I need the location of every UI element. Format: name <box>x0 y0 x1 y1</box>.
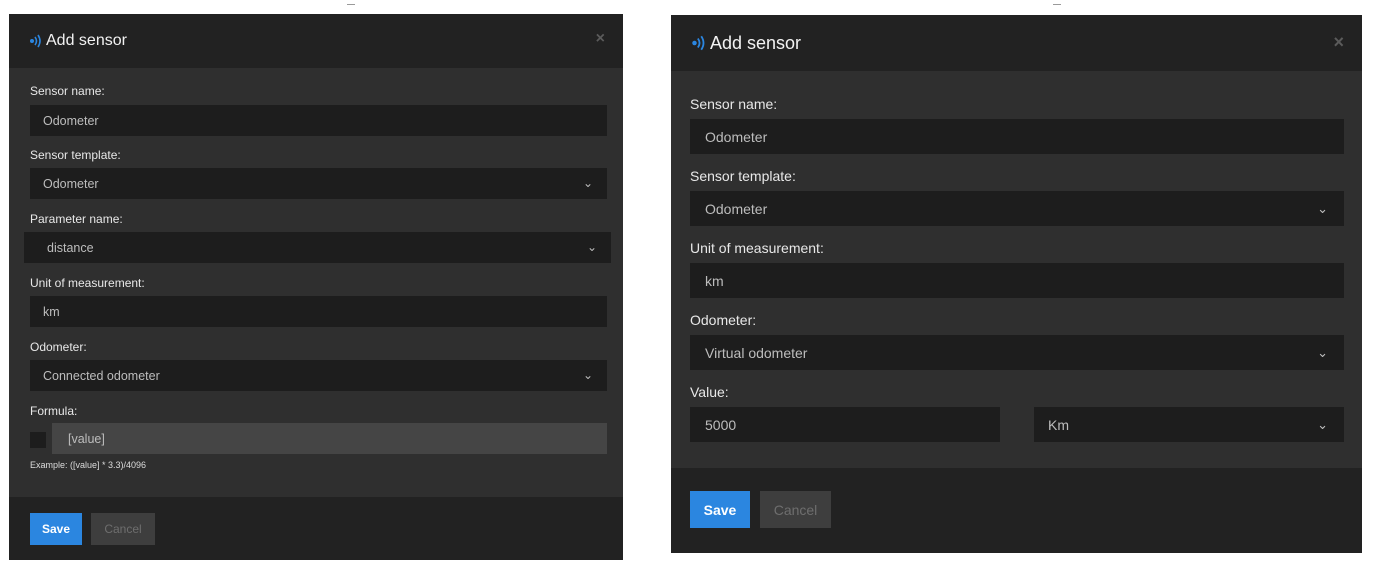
formula-checkbox[interactable] <box>30 432 46 448</box>
sensor-template-label: Sensor template: <box>30 148 121 162</box>
cancel-button[interactable]: Cancel <box>91 513 155 545</box>
close-icon[interactable]: × <box>596 30 605 48</box>
unit-label: Unit of measurement: <box>690 240 824 256</box>
parameter-name-select[interactable]: distance ⌄ <box>24 232 611 263</box>
cancel-button[interactable]: Cancel <box>760 491 831 528</box>
unit-input[interactable]: km <box>30 296 607 327</box>
save-button[interactable]: Save <box>690 491 750 528</box>
odometer-label: Odometer: <box>30 340 87 354</box>
formula-input[interactable]: [value] <box>52 423 607 454</box>
close-icon[interactable]: × <box>1333 32 1344 53</box>
value-input[interactable]: 5000 <box>690 407 1000 442</box>
chevron-down-icon: ⌄ <box>1317 417 1328 432</box>
sensor-template-select[interactable]: Odometer ⌄ <box>690 191 1344 226</box>
sensor-template-label: Sensor template: <box>690 168 796 184</box>
dialog-header: Add sensor × <box>671 15 1362 71</box>
dialog-title: Add sensor <box>710 32 802 53</box>
formula-label: Formula: <box>30 404 78 418</box>
signal-icon <box>691 34 707 52</box>
odometer-select[interactable]: Virtual odometer ⌄ <box>690 335 1344 370</box>
sensor-name-label: Sensor name: <box>30 84 105 98</box>
sensor-name-input[interactable]: Odometer <box>690 119 1344 154</box>
save-button[interactable]: Save <box>30 513 82 545</box>
drag-handle-icon <box>347 0 355 5</box>
odometer-label: Odometer: <box>690 312 757 328</box>
chevron-down-icon: ⌄ <box>582 368 593 382</box>
sensor-name-label: Sensor name: <box>690 96 778 112</box>
chevron-down-icon: ⌄ <box>1317 201 1328 216</box>
background-strip <box>0 0 660 6</box>
drag-handle-icon <box>1053 0 1061 5</box>
unit-input[interactable]: km <box>690 263 1344 298</box>
odometer-select[interactable]: Connected odometer ⌄ <box>30 360 607 391</box>
sensor-name-input[interactable]: Odometer <box>30 105 607 136</box>
formula-example: Example: ([value] * 3.3)/4096 <box>30 460 147 470</box>
chevron-down-icon: ⌄ <box>586 240 597 254</box>
parameter-name-label: Parameter name: <box>30 212 123 226</box>
chevron-down-icon: ⌄ <box>582 176 593 190</box>
value-label: Value: <box>690 384 729 400</box>
value-unit-select[interactable]: Km ⌄ <box>1034 407 1344 442</box>
unit-label: Unit of measurement: <box>30 276 145 290</box>
add-sensor-dialog: Add sensor × Sensor name: Odometer Senso… <box>9 14 623 560</box>
add-sensor-dialog: Add sensor × Sensor name: Odometer Senso… <box>671 15 1362 553</box>
chevron-down-icon: ⌄ <box>1317 345 1328 360</box>
signal-icon <box>29 33 43 49</box>
sensor-template-select[interactable]: Odometer ⌄ <box>30 168 607 199</box>
background-strip <box>660 0 1374 6</box>
dialog-title: Add sensor <box>46 32 127 49</box>
dialog-header: Add sensor × <box>9 14 623 68</box>
